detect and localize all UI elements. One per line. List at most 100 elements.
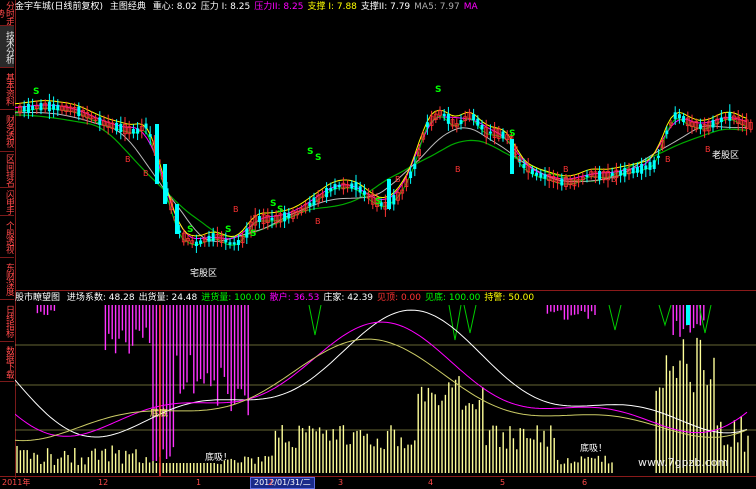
candle-down-large xyxy=(175,204,179,234)
candle-down-large xyxy=(163,164,167,204)
tab-8[interactable]: 日线指标 xyxy=(0,300,14,342)
stock-title: 金宇车城(日线前复权) xyxy=(15,2,104,12)
candle-down xyxy=(619,170,623,176)
oscillator-yellow xyxy=(15,338,748,442)
candle-down xyxy=(312,197,316,206)
tab-4[interactable]: 区间排名 xyxy=(0,152,14,188)
header-item-2: 压力II: 8.25 xyxy=(254,2,303,12)
sub-item-4: 庄家: 42.39 xyxy=(323,293,373,303)
candle-down xyxy=(287,213,291,219)
item-value: : 42.39 xyxy=(341,293,374,303)
candle-down xyxy=(224,239,228,243)
item-value: : 8.25 xyxy=(224,2,251,12)
item-label: 庄家 xyxy=(323,293,342,303)
candle-down xyxy=(648,162,652,170)
item-label: 见顶 xyxy=(377,293,396,303)
candle-down xyxy=(194,241,198,247)
candle-down xyxy=(476,118,480,126)
signal-spike xyxy=(308,305,322,336)
candle-down xyxy=(358,186,362,193)
item-label: 重心 xyxy=(152,2,171,12)
date-tick: 3 xyxy=(338,478,344,487)
candle-down xyxy=(409,171,413,179)
sub-indicator-title[interactable]: 股市瞭望图 xyxy=(15,293,60,303)
item-label: MA xyxy=(463,2,478,12)
signal-b-label: B xyxy=(517,155,523,164)
candle-down xyxy=(245,228,249,238)
sub-indicator-bar: 股市瞭望图 进场系数: 48.28 出货量: 24.48 进货量: 100.00 散户… xyxy=(15,291,756,305)
item-value: : 7.97 xyxy=(433,2,460,12)
item-value: : 8.25 xyxy=(277,2,304,12)
signal-s-label: S xyxy=(509,129,515,139)
signal-s-label: S xyxy=(187,225,193,235)
sub-item-0: 进场系数: 48.28 xyxy=(67,293,135,303)
tab-2[interactable]: 基本资料 xyxy=(0,68,14,110)
signal-s-label: S xyxy=(277,205,283,215)
sub-item-7: 持警: 50.00 xyxy=(484,293,534,303)
header-item-5: MA5: 7.97 xyxy=(414,2,460,12)
item-value: : 100.00 xyxy=(443,293,481,303)
item-label: 压力II xyxy=(254,2,278,12)
item-value: : 48.28 xyxy=(102,293,135,303)
signal-s-label: S xyxy=(225,225,231,235)
sub-indicator-chart[interactable] xyxy=(15,305,756,476)
annotation-sub-right: 底吸！ xyxy=(580,444,608,454)
candle-down-large xyxy=(155,124,159,184)
item-label: 出货量 xyxy=(138,293,166,303)
candle-down xyxy=(257,216,261,222)
item-label: 支撑 I xyxy=(307,2,331,12)
annotation-top-label: 老股区 xyxy=(712,151,740,161)
tab-0[interactable]: 分时走势 xyxy=(0,0,14,26)
tab-3[interactable]: 财务透视 xyxy=(0,110,14,152)
watermark: www.7gpzb.com xyxy=(638,456,729,469)
signal-spike xyxy=(658,305,672,327)
signal-s-label: S xyxy=(33,87,39,97)
candle-down xyxy=(136,128,140,134)
candle-down xyxy=(236,240,240,246)
candle-down xyxy=(535,172,539,176)
sub-item-3: 散户: 36.53 xyxy=(270,293,320,303)
candle-down xyxy=(39,102,43,111)
tab-9[interactable]: 数据下载 xyxy=(0,342,14,382)
signal-b-label: B xyxy=(315,217,321,226)
candle-down xyxy=(698,124,702,129)
signal-b-label: B xyxy=(611,175,617,184)
tab-5[interactable]: 闪电手 xyxy=(0,188,14,216)
candle-down xyxy=(472,114,476,121)
item-label: 持警 xyxy=(484,293,503,303)
signal-s-label: S xyxy=(435,85,441,95)
item-value: : 24.48 xyxy=(165,293,198,303)
signal-s-label: S xyxy=(307,147,313,157)
candle-down xyxy=(673,112,677,119)
candle-down xyxy=(337,184,341,188)
tab-6[interactable]: 个股透视 xyxy=(0,216,14,258)
item-value: : 0.00 xyxy=(395,293,421,303)
candle-down xyxy=(31,105,35,110)
header-item-3: 支撑 I: 7.88 xyxy=(307,2,356,12)
indicator-name[interactable]: 主图经典 xyxy=(110,2,146,12)
candle-down xyxy=(329,187,333,192)
main-price-chart[interactable]: SSSSSSSSS S SBBBBBBBBBBB xyxy=(15,14,756,290)
candle-down xyxy=(228,242,232,245)
candle-down xyxy=(115,122,119,131)
candle-down xyxy=(543,174,547,179)
candle-down xyxy=(677,114,681,119)
candle-down xyxy=(459,120,463,124)
tab-1[interactable]: 技术分析 xyxy=(0,26,14,68)
item-value: : 36.53 xyxy=(287,293,320,303)
item-label: 进场系数 xyxy=(66,293,103,303)
item-value: : 7.79 xyxy=(384,2,411,12)
signal-s-label: S xyxy=(375,197,381,207)
candle-down xyxy=(144,123,148,129)
signal-s-label: S xyxy=(315,153,321,163)
signal-b-label: B xyxy=(563,165,569,174)
candle-down xyxy=(522,163,526,169)
candle-down xyxy=(644,165,648,170)
tab-7[interactable]: 东财深度 xyxy=(0,258,14,300)
candle-down xyxy=(131,129,135,134)
date-tick: 2011年 xyxy=(2,478,31,487)
candle-down xyxy=(56,104,60,111)
candle-down xyxy=(392,195,396,205)
header-item-4: 支撑II: 7.79 xyxy=(361,2,410,12)
item-label: 支撑II xyxy=(360,2,385,12)
